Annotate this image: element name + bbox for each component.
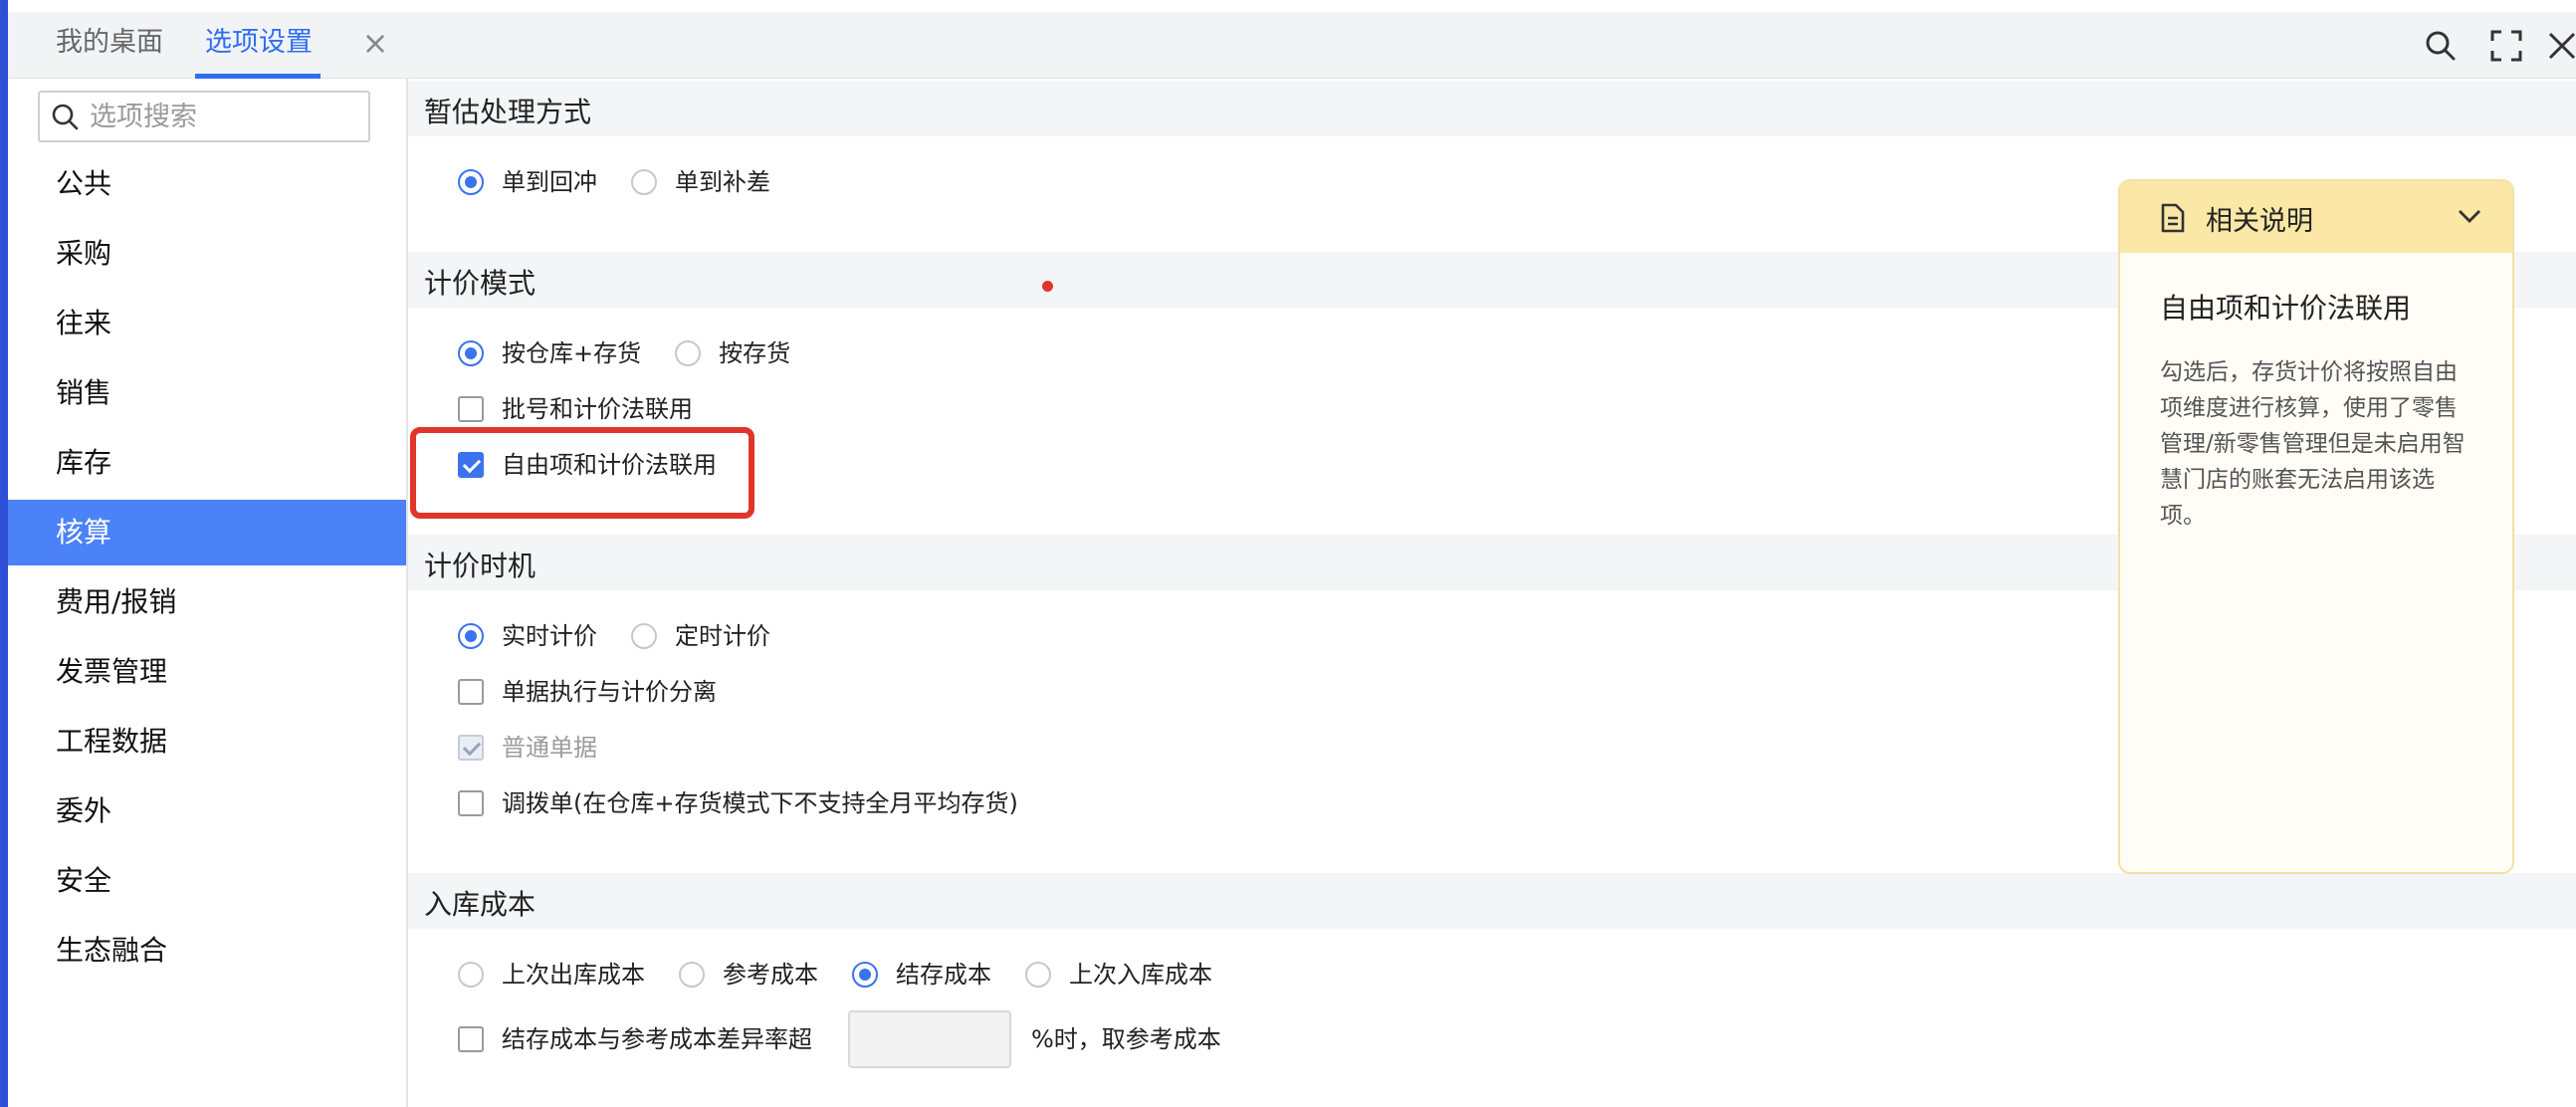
checkbox-cost-difference[interactable]: 结存成本与参考成本差异率超	[458, 1019, 812, 1059]
radio-option-inventory[interactable]: 按存货	[675, 333, 790, 373]
radio-button[interactable]	[458, 962, 484, 988]
help-panel-body: 自由项和计价法联用 勾选后，存货计价将按照自由项维度进行核算，使用了零售管理/新…	[2120, 253, 2512, 534]
checkbox-batch-pricing[interactable]: 批号和计价法联用	[458, 389, 693, 429]
help-description: 勾选后，存货计价将按照自由项维度进行核算，使用了零售管理/新零售管理但是未启用智…	[2160, 359, 2466, 529]
sidebar-item-project-data[interactable]: 工程数据	[8, 709, 406, 775]
difference-rate-suffix: %时，取参考成本	[1031, 1025, 1221, 1053]
window-left-edge	[0, 0, 8, 1107]
normal-document-row: 普通单据	[458, 728, 631, 768]
radio-button[interactable]	[852, 962, 878, 988]
section-header-estimate: 暂估处理方式	[408, 81, 2576, 136]
checkbox[interactable]	[458, 790, 484, 816]
radio-button[interactable]	[631, 623, 657, 649]
tab-my-desktop[interactable]: 我的桌面	[56, 12, 163, 74]
cursor-marker	[1042, 281, 1053, 292]
radio-option-last-outbound-cost[interactable]: 上次出库成本	[458, 955, 645, 995]
help-panel-header[interactable]: 相关说明	[2120, 181, 2512, 253]
help-subtitle: 自由项和计价法联用	[2160, 292, 2412, 325]
inbound-cost-options: 上次出库成本 参考成本 结存成本 上次入库成本	[458, 955, 1246, 995]
difference-rate-input[interactable]	[848, 1010, 1011, 1068]
separate-execution-row: 单据执行与计价分离	[458, 672, 751, 712]
radio-button[interactable]	[631, 169, 657, 195]
checkbox-label: 批号和计价法联用	[502, 395, 693, 423]
search-box	[38, 91, 370, 142]
section-title: 暂估处理方式	[424, 96, 592, 128]
options-sidebar: 公共 采购 往来 销售 库存 核算 费用/报销 发票管理 工程数据 委外 安全 …	[8, 79, 408, 1107]
checkbox[interactable]	[458, 1026, 484, 1052]
sidebar-item-accounts[interactable]: 往来	[8, 291, 406, 356]
checkbox[interactable]	[458, 679, 484, 705]
section-header-inbound-cost: 入库成本	[408, 873, 2576, 929]
sidebar-item-outsourcing[interactable]: 委外	[8, 778, 406, 844]
radio-button[interactable]	[1025, 962, 1051, 988]
checkbox-label: 结存成本与参考成本差异率超	[502, 1025, 812, 1053]
sidebar-item-security[interactable]: 安全	[8, 848, 406, 914]
checkbox-label: 调拨单(在仓库+存货模式下不支持全月平均存货)	[502, 789, 1018, 817]
radio-label: 上次入库成本	[1069, 961, 1212, 989]
tab-bar: 我的桌面 选项设置 ×	[8, 12, 2576, 79]
radio-label: 定时计价	[675, 622, 770, 650]
sidebar-item-ecosystem[interactable]: 生态融合	[8, 918, 406, 984]
pricing-timing-options: 实时计价 定时计价	[458, 616, 804, 656]
document-icon	[2161, 203, 2185, 233]
fullscreen-icon[interactable]	[2488, 28, 2524, 64]
radio-option-difference[interactable]: 单到补差	[631, 162, 770, 202]
window-close-icon[interactable]	[2544, 28, 2576, 64]
radio-option-balance-cost[interactable]: 结存成本	[852, 955, 991, 995]
chevron-down-icon[interactable]	[2457, 205, 2482, 227]
radio-label: 按仓库+存货	[502, 339, 642, 367]
sidebar-item-invoice[interactable]: 发票管理	[8, 639, 406, 705]
radio-label: 按存货	[719, 339, 791, 367]
section-title: 计价模式	[424, 267, 537, 300]
sidebar-item-purchase[interactable]: 采购	[8, 221, 406, 287]
help-panel: 相关说明 自由项和计价法联用 勾选后，存货计价将按照自由项维度进行核算，使用了零…	[2118, 179, 2514, 874]
radio-label: 单到补差	[675, 168, 770, 196]
close-icon[interactable]: ×	[358, 26, 392, 60]
radio-label: 结存成本	[896, 961, 991, 989]
radio-button[interactable]	[458, 169, 484, 195]
tab-options-settings[interactable]: 选项设置	[195, 12, 321, 79]
section-title: 入库成本	[424, 888, 537, 921]
highlight-annotation	[410, 427, 754, 519]
sidebar-item-public[interactable]: 公共	[8, 151, 406, 217]
checkbox-separate-execution[interactable]: 单据执行与计价分离	[458, 672, 717, 712]
radio-option-warehouse-inventory[interactable]: 按仓库+存货	[458, 333, 641, 373]
radio-label: 上次出库成本	[502, 961, 645, 989]
checkbox-normal-document: 普通单据	[458, 728, 597, 768]
radio-option-scheduled[interactable]: 定时计价	[631, 616, 770, 656]
options-search-input[interactable]	[88, 97, 360, 136]
help-panel-title: 相关说明	[2206, 206, 2313, 237]
checkbox	[458, 735, 484, 761]
estimate-options: 单到回冲 单到补差	[458, 162, 804, 202]
radio-label: 参考成本	[723, 961, 818, 989]
transfer-document-row: 调拨单(在仓库+存货模式下不支持全月平均存货)	[458, 783, 1052, 823]
radio-label: 实时计价	[502, 622, 597, 650]
radio-option-reference-cost[interactable]: 参考成本	[679, 955, 818, 995]
checkbox-label: 普通单据	[502, 734, 597, 762]
radio-button[interactable]	[675, 340, 702, 366]
sidebar-item-sales[interactable]: 销售	[8, 360, 406, 426]
checkbox-transfer-document[interactable]: 调拨单(在仓库+存货模式下不支持全月平均存货)	[458, 783, 1018, 823]
checkbox[interactable]	[458, 396, 484, 422]
search-icon	[52, 104, 79, 130]
section-title: 计价时机	[424, 550, 537, 582]
radio-button[interactable]	[458, 340, 484, 366]
batch-pricing-row: 批号和计价法联用	[458, 389, 727, 429]
radio-label: 单到回冲	[502, 168, 597, 196]
sidebar-item-inventory[interactable]: 库存	[8, 430, 406, 496]
radio-option-last-inbound-cost[interactable]: 上次入库成本	[1025, 955, 1212, 995]
radio-button[interactable]	[679, 962, 705, 988]
radio-option-reverse[interactable]: 单到回冲	[458, 162, 597, 202]
cost-difference-row: 结存成本与参考成本差异率超 %时，取参考成本	[458, 1010, 1221, 1068]
sidebar-item-expense[interactable]: 费用/报销	[8, 569, 406, 635]
radio-button[interactable]	[458, 623, 484, 649]
pricing-mode-options: 按仓库+存货 按存货	[458, 333, 824, 373]
search-icon[interactable]	[2423, 28, 2459, 64]
checkbox-label: 单据执行与计价分离	[502, 678, 717, 706]
sidebar-item-costing[interactable]: 核算	[8, 500, 406, 565]
radio-option-realtime[interactable]: 实时计价	[458, 616, 597, 656]
